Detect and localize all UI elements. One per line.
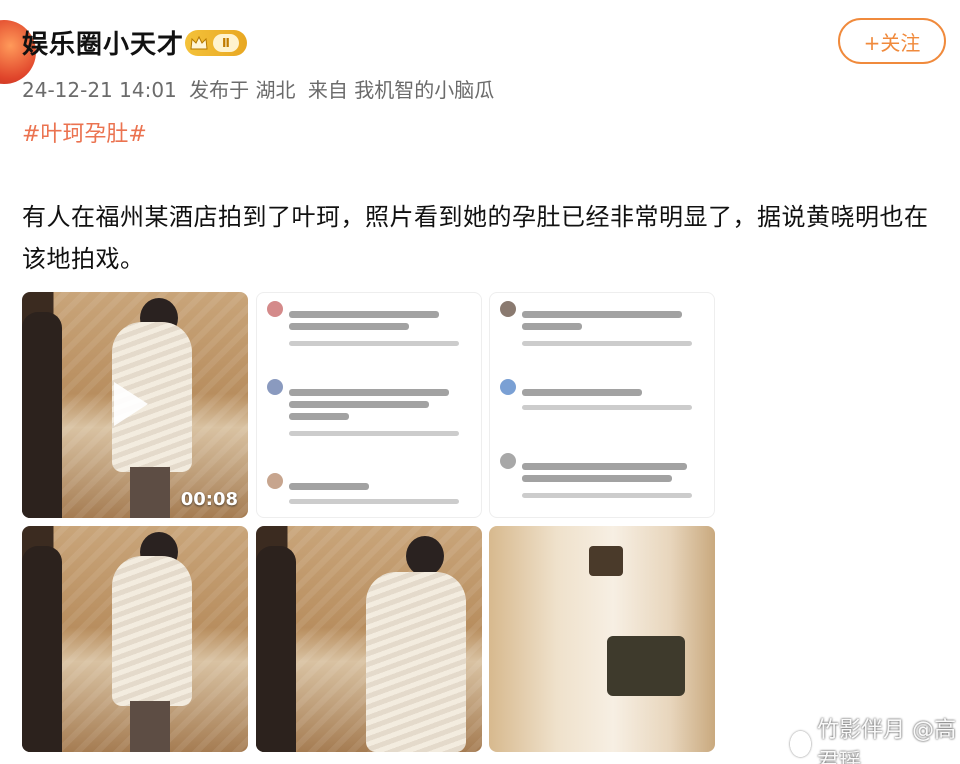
photo-thumbnail[interactable] (256, 526, 482, 752)
crown-icon (190, 35, 208, 50)
phone-in-hand (589, 546, 623, 576)
photo-thumbnail[interactable] (489, 526, 715, 752)
play-icon[interactable] (114, 382, 148, 426)
post-datetime: 24-12-21 14:01 (22, 78, 177, 102)
watermark-logo-icon (790, 731, 812, 757)
comment-item (267, 473, 471, 517)
comment-item (500, 301, 704, 357)
photo-figure (112, 556, 192, 706)
background-person (256, 546, 296, 752)
watermark: 竹影伴月 @高君瑶 (790, 712, 960, 764)
post-meta: 24-12-21 14:01 发布于 湖北 来自 我机智的小脑瓜 (22, 74, 500, 103)
comment-screenshot-1[interactable] (256, 292, 482, 518)
comment-item (500, 379, 704, 435)
post-text: 有人在福州某酒店拍到了叶珂，照片看到她的孕肚已经非常明显了，据说黄晓明也在该地拍… (22, 203, 929, 273)
comment-item (267, 301, 471, 357)
photo-legs (130, 701, 170, 752)
background-person (22, 312, 62, 518)
user-name[interactable]: 娱乐圈小天才 (22, 24, 184, 61)
follow-button[interactable]: +关注 (838, 18, 946, 64)
level-badge: Ⅱ (213, 34, 239, 52)
comment-item (500, 453, 704, 509)
comment-item (267, 379, 471, 436)
watermark-text: 竹影伴月 @高君瑶 (817, 718, 957, 764)
vip-badge: Ⅱ (185, 30, 247, 56)
post-location: 发布于 湖北 (189, 78, 296, 102)
photo-head (406, 536, 444, 576)
hashtag-link[interactable]: #叶珂孕肚# (22, 116, 147, 148)
handbag (607, 636, 685, 696)
video-duration: 00:08 (180, 489, 238, 510)
video-thumbnail[interactable]: 00:08 (22, 292, 248, 518)
photo-thumbnail[interactable] (22, 526, 248, 752)
photo-legs (130, 467, 170, 518)
photo-figure (366, 572, 466, 752)
comment-screenshot-2[interactable] (489, 292, 715, 518)
post-source[interactable]: 来自 我机智的小脑瓜 (308, 78, 494, 102)
background-person (22, 546, 62, 752)
